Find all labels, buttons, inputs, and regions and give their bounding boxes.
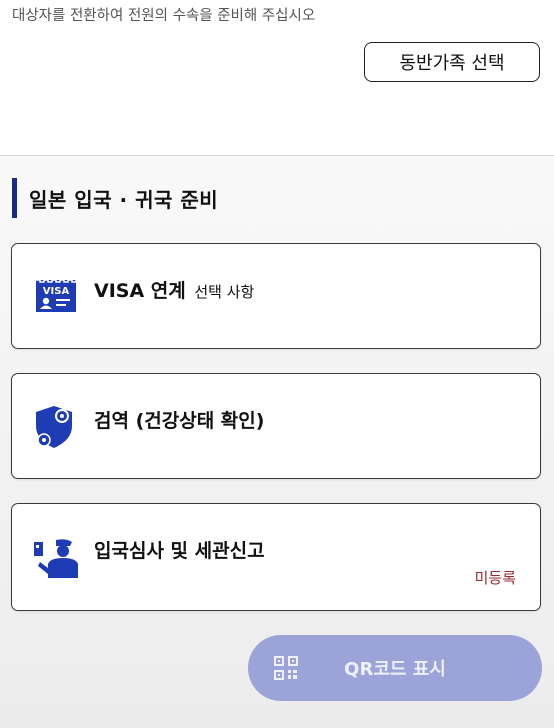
officer-passport-icon bbox=[34, 539, 78, 578]
quarantine-card[interactable]: 검역 (건강상태 확인) bbox=[11, 373, 541, 479]
svg-text:VISA: VISA bbox=[43, 286, 70, 297]
select-family-button[interactable]: 동반가족 선택 bbox=[364, 42, 540, 82]
visa-link-optional: 선택 사항 bbox=[194, 283, 255, 301]
show-qr-button[interactable]: QR코드 표시 bbox=[248, 635, 542, 701]
visa-card-icon: VISA bbox=[36, 279, 77, 312]
header-area: 대상자를 전환하여 전원의 수속을 준비해 주십시오 동반가족 선택 bbox=[0, 0, 554, 155]
visa-link-card[interactable]: VISA VISA 연계 선택 사항 bbox=[11, 243, 541, 349]
immigration-customs-label: 입국심사 및 세관신고 bbox=[94, 540, 265, 562]
instruction-text: 대상자를 전환하여 전원의 수속을 준비해 주십시오 bbox=[12, 8, 316, 24]
section-title: 일본 입국 · 귀국 준비 bbox=[12, 178, 218, 218]
show-qr-label: QR코드 표시 bbox=[344, 659, 446, 680]
visa-link-title: VISA 연계 bbox=[94, 280, 186, 302]
quarantine-label: 검역 (건강상태 확인) bbox=[94, 410, 265, 432]
qr-code-icon bbox=[274, 656, 298, 680]
visa-link-label: VISA 연계 선택 사항 bbox=[94, 276, 254, 303]
immigration-customs-card[interactable]: 입국심사 및 세관신고 미등록 bbox=[11, 503, 541, 611]
shield-gear-icon bbox=[36, 406, 72, 448]
status-badge: 미등록 bbox=[474, 569, 516, 587]
